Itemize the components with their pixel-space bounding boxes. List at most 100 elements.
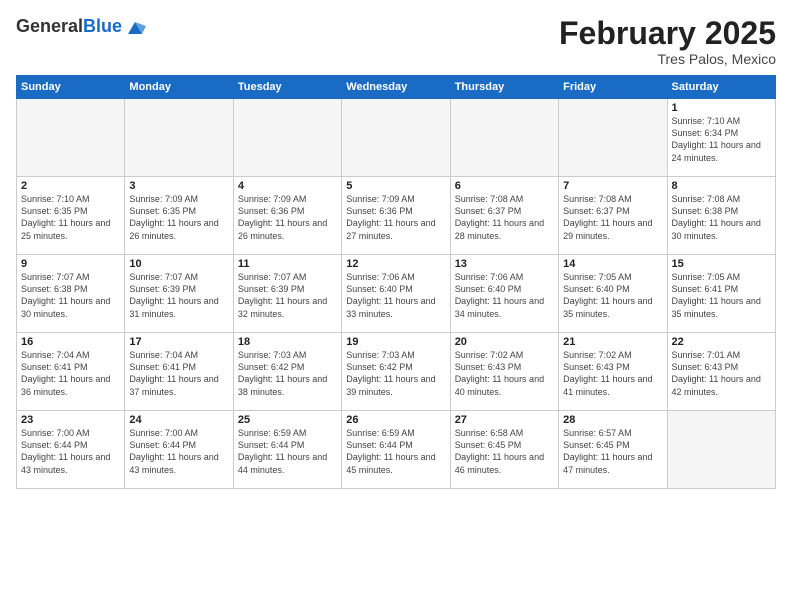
calendar-cell: 8Sunrise: 7:08 AM Sunset: 6:38 PM Daylig… [667, 177, 775, 255]
calendar-cell: 24Sunrise: 7:00 AM Sunset: 6:44 PM Dayli… [125, 411, 233, 489]
calendar-cell: 15Sunrise: 7:05 AM Sunset: 6:41 PM Dayli… [667, 255, 775, 333]
day-info: Sunrise: 7:00 AM Sunset: 6:44 PM Dayligh… [129, 427, 228, 476]
day-info: Sunrise: 7:07 AM Sunset: 6:39 PM Dayligh… [129, 271, 228, 320]
day-info: Sunrise: 7:07 AM Sunset: 6:38 PM Dayligh… [21, 271, 120, 320]
calendar-cell [450, 99, 558, 177]
col-header-thursday: Thursday [450, 76, 558, 99]
day-info: Sunrise: 7:08 AM Sunset: 6:37 PM Dayligh… [455, 193, 554, 242]
calendar-cell [233, 99, 341, 177]
calendar-cell: 13Sunrise: 7:06 AM Sunset: 6:40 PM Dayli… [450, 255, 558, 333]
col-header-tuesday: Tuesday [233, 76, 341, 99]
day-number: 3 [129, 180, 228, 192]
calendar-cell: 5Sunrise: 7:09 AM Sunset: 6:36 PM Daylig… [342, 177, 450, 255]
day-number: 2 [21, 180, 120, 192]
day-number: 16 [21, 336, 120, 348]
logo-icon [124, 16, 146, 38]
day-number: 5 [346, 180, 445, 192]
calendar-table: SundayMondayTuesdayWednesdayThursdayFrid… [16, 75, 776, 489]
day-number: 22 [672, 336, 771, 348]
calendar-cell: 17Sunrise: 7:04 AM Sunset: 6:41 PM Dayli… [125, 333, 233, 411]
day-info: Sunrise: 7:09 AM Sunset: 6:36 PM Dayligh… [238, 193, 337, 242]
calendar-subtitle: Tres Palos, Mexico [559, 51, 776, 67]
day-number: 12 [346, 258, 445, 270]
day-number: 9 [21, 258, 120, 270]
day-info: Sunrise: 7:07 AM Sunset: 6:39 PM Dayligh… [238, 271, 337, 320]
day-info: Sunrise: 7:04 AM Sunset: 6:41 PM Dayligh… [129, 349, 228, 398]
logo: GeneralBlue [16, 16, 146, 38]
calendar-cell: 12Sunrise: 7:06 AM Sunset: 6:40 PM Dayli… [342, 255, 450, 333]
calendar-cell: 26Sunrise: 6:59 AM Sunset: 6:44 PM Dayli… [342, 411, 450, 489]
day-info: Sunrise: 7:09 AM Sunset: 6:35 PM Dayligh… [129, 193, 228, 242]
day-number: 24 [129, 414, 228, 426]
calendar-title: February 2025 [559, 16, 776, 51]
day-number: 1 [672, 102, 771, 114]
day-info: Sunrise: 7:09 AM Sunset: 6:36 PM Dayligh… [346, 193, 445, 242]
day-info: Sunrise: 7:03 AM Sunset: 6:42 PM Dayligh… [238, 349, 337, 398]
day-number: 4 [238, 180, 337, 192]
day-info: Sunrise: 7:08 AM Sunset: 6:38 PM Dayligh… [672, 193, 771, 242]
logo-blue: Blue [83, 16, 122, 36]
calendar-cell [667, 411, 775, 489]
day-info: Sunrise: 6:59 AM Sunset: 6:44 PM Dayligh… [238, 427, 337, 476]
day-info: Sunrise: 7:04 AM Sunset: 6:41 PM Dayligh… [21, 349, 120, 398]
calendar-cell: 16Sunrise: 7:04 AM Sunset: 6:41 PM Dayli… [17, 333, 125, 411]
calendar-header-row: SundayMondayTuesdayWednesdayThursdayFrid… [17, 76, 776, 99]
day-number: 28 [563, 414, 662, 426]
col-header-friday: Friday [559, 76, 667, 99]
day-info: Sunrise: 6:58 AM Sunset: 6:45 PM Dayligh… [455, 427, 554, 476]
calendar-week-5: 23Sunrise: 7:00 AM Sunset: 6:44 PM Dayli… [17, 411, 776, 489]
calendar-cell: 25Sunrise: 6:59 AM Sunset: 6:44 PM Dayli… [233, 411, 341, 489]
calendar-cell: 3Sunrise: 7:09 AM Sunset: 6:35 PM Daylig… [125, 177, 233, 255]
calendar-cell: 4Sunrise: 7:09 AM Sunset: 6:36 PM Daylig… [233, 177, 341, 255]
day-number: 11 [238, 258, 337, 270]
calendar-cell: 19Sunrise: 7:03 AM Sunset: 6:42 PM Dayli… [342, 333, 450, 411]
calendar-cell: 23Sunrise: 7:00 AM Sunset: 6:44 PM Dayli… [17, 411, 125, 489]
day-info: Sunrise: 7:03 AM Sunset: 6:42 PM Dayligh… [346, 349, 445, 398]
day-info: Sunrise: 7:10 AM Sunset: 6:34 PM Dayligh… [672, 115, 771, 164]
calendar-cell [559, 99, 667, 177]
calendar-cell: 18Sunrise: 7:03 AM Sunset: 6:42 PM Dayli… [233, 333, 341, 411]
day-info: Sunrise: 6:59 AM Sunset: 6:44 PM Dayligh… [346, 427, 445, 476]
col-header-wednesday: Wednesday [342, 76, 450, 99]
calendar-cell: 1Sunrise: 7:10 AM Sunset: 6:34 PM Daylig… [667, 99, 775, 177]
calendar-cell: 7Sunrise: 7:08 AM Sunset: 6:37 PM Daylig… [559, 177, 667, 255]
day-info: Sunrise: 7:05 AM Sunset: 6:41 PM Dayligh… [672, 271, 771, 320]
day-info: Sunrise: 7:06 AM Sunset: 6:40 PM Dayligh… [346, 271, 445, 320]
day-number: 6 [455, 180, 554, 192]
col-header-saturday: Saturday [667, 76, 775, 99]
calendar-cell: 21Sunrise: 7:02 AM Sunset: 6:43 PM Dayli… [559, 333, 667, 411]
day-number: 18 [238, 336, 337, 348]
day-number: 19 [346, 336, 445, 348]
day-info: Sunrise: 7:02 AM Sunset: 6:43 PM Dayligh… [563, 349, 662, 398]
day-info: Sunrise: 7:01 AM Sunset: 6:43 PM Dayligh… [672, 349, 771, 398]
day-info: Sunrise: 7:05 AM Sunset: 6:40 PM Dayligh… [563, 271, 662, 320]
day-number: 8 [672, 180, 771, 192]
calendar-cell: 10Sunrise: 7:07 AM Sunset: 6:39 PM Dayli… [125, 255, 233, 333]
calendar-cell: 27Sunrise: 6:58 AM Sunset: 6:45 PM Dayli… [450, 411, 558, 489]
calendar-cell: 20Sunrise: 7:02 AM Sunset: 6:43 PM Dayli… [450, 333, 558, 411]
calendar-cell: 6Sunrise: 7:08 AM Sunset: 6:37 PM Daylig… [450, 177, 558, 255]
day-number: 17 [129, 336, 228, 348]
logo-general: General [16, 16, 83, 36]
day-number: 20 [455, 336, 554, 348]
col-header-sunday: Sunday [17, 76, 125, 99]
calendar-cell [17, 99, 125, 177]
day-number: 14 [563, 258, 662, 270]
calendar-cell: 11Sunrise: 7:07 AM Sunset: 6:39 PM Dayli… [233, 255, 341, 333]
calendar-week-2: 2Sunrise: 7:10 AM Sunset: 6:35 PM Daylig… [17, 177, 776, 255]
day-info: Sunrise: 7:00 AM Sunset: 6:44 PM Dayligh… [21, 427, 120, 476]
calendar-cell: 14Sunrise: 7:05 AM Sunset: 6:40 PM Dayli… [559, 255, 667, 333]
calendar-cell: 22Sunrise: 7:01 AM Sunset: 6:43 PM Dayli… [667, 333, 775, 411]
col-header-monday: Monday [125, 76, 233, 99]
calendar-week-3: 9Sunrise: 7:07 AM Sunset: 6:38 PM Daylig… [17, 255, 776, 333]
day-number: 21 [563, 336, 662, 348]
calendar-cell [342, 99, 450, 177]
day-info: Sunrise: 7:02 AM Sunset: 6:43 PM Dayligh… [455, 349, 554, 398]
calendar-cell: 2Sunrise: 7:10 AM Sunset: 6:35 PM Daylig… [17, 177, 125, 255]
day-number: 15 [672, 258, 771, 270]
calendar-cell: 9Sunrise: 7:07 AM Sunset: 6:38 PM Daylig… [17, 255, 125, 333]
day-info: Sunrise: 7:06 AM Sunset: 6:40 PM Dayligh… [455, 271, 554, 320]
day-info: Sunrise: 7:08 AM Sunset: 6:37 PM Dayligh… [563, 193, 662, 242]
calendar-week-4: 16Sunrise: 7:04 AM Sunset: 6:41 PM Dayli… [17, 333, 776, 411]
day-number: 13 [455, 258, 554, 270]
